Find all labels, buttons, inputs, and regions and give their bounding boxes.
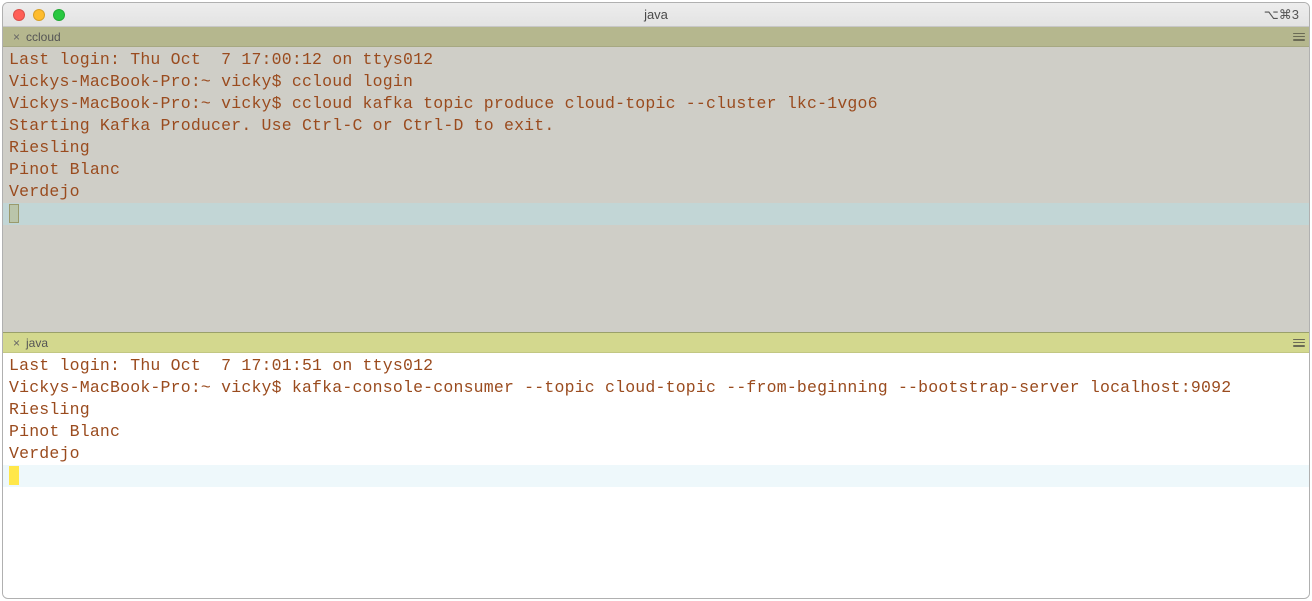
hamburger-icon [1293,339,1305,347]
terminal-output-bottom[interactable]: Last login: Thu Oct 7 17:01:51 on ttys01… [3,353,1309,598]
close-icon[interactable]: × [13,337,20,349]
terminal-line: Riesling [9,138,90,157]
cursor-icon [9,204,19,223]
tab-label: ccloud [26,30,61,44]
terminal-line: Vickys-MacBook-Pro:~ vicky$ ccloud kafka… [9,94,878,113]
terminal-line: Last login: Thu Oct 7 17:01:51 on ttys01… [9,356,433,375]
terminal-window: java ⌥⌘3 × ccloud Last login: Thu Oct 7 … [2,2,1310,599]
terminal-line: Vickys-MacBook-Pro:~ vicky$ kafka-consol… [9,378,1231,397]
window-shortcut-hint: ⌥⌘3 [1264,7,1309,23]
terminal-line: Pinot Blanc [9,422,120,441]
terminal-line: Riesling [9,400,90,419]
pane-menu-button[interactable] [1289,27,1309,46]
terminal-output-top[interactable]: Last login: Thu Oct 7 17:00:12 on ttys01… [3,47,1309,332]
close-icon[interactable] [13,9,25,21]
close-icon[interactable]: × [13,31,20,43]
terminal-line: Verdejo [9,444,80,463]
tab-bar-bottom: × java [3,333,1309,353]
minimize-icon[interactable] [33,9,45,21]
window-title: java [3,7,1309,22]
tab-java[interactable]: × java [3,333,58,352]
tab-ccloud[interactable]: × ccloud [3,27,71,46]
tab-label: java [26,336,48,350]
split-panes: × ccloud Last login: Thu Oct 7 17:00:12 … [3,27,1309,598]
terminal-line: Vickys-MacBook-Pro:~ vicky$ ccloud login [9,72,413,91]
terminal-line: Verdejo [9,182,80,201]
pane-menu-button[interactable] [1289,333,1309,352]
tab-bar-top: × ccloud [3,27,1309,47]
cursor-row [3,465,1309,487]
pane-top[interactable]: × ccloud Last login: Thu Oct 7 17:00:12 … [3,27,1309,333]
traffic-lights [3,9,65,21]
terminal-line: Last login: Thu Oct 7 17:00:12 on ttys01… [9,50,433,69]
terminal-line: Starting Kafka Producer. Use Ctrl-C or C… [9,116,555,135]
title-bar: java ⌥⌘3 [3,3,1309,27]
terminal-line: Pinot Blanc [9,160,120,179]
pane-bottom[interactable]: × java Last login: Thu Oct 7 17:01:51 on… [3,333,1309,598]
cursor-row [3,203,1309,225]
zoom-icon[interactable] [53,9,65,21]
hamburger-icon [1293,33,1305,41]
cursor-icon [9,466,19,485]
